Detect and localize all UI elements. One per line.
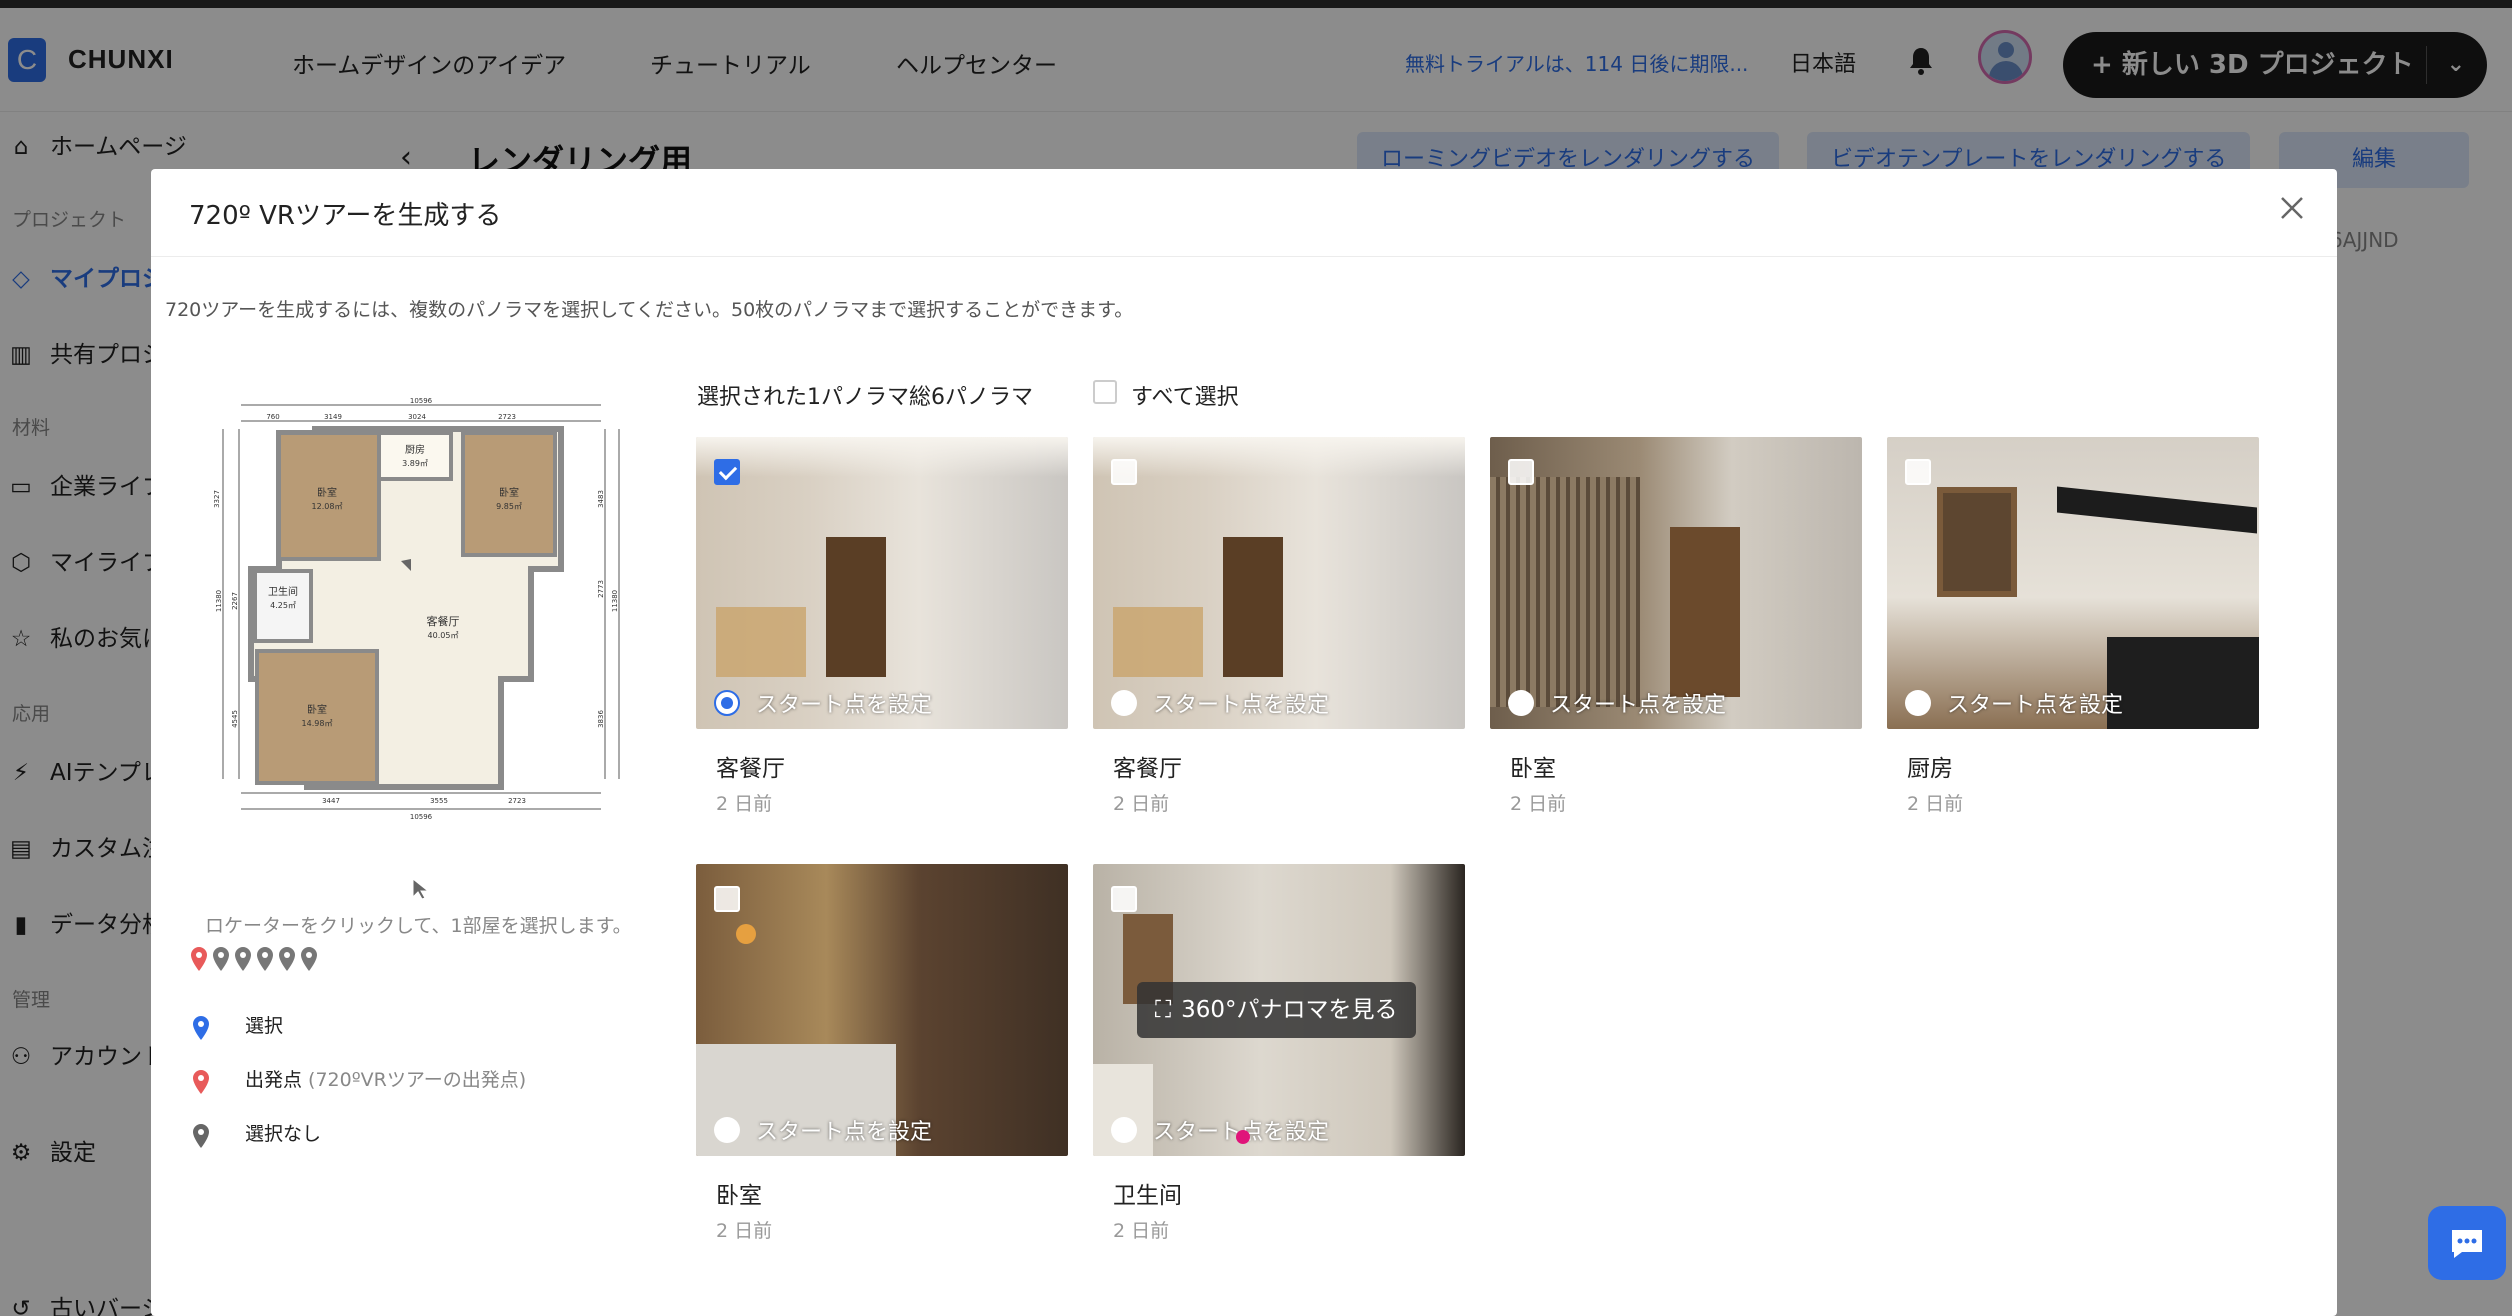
- panorama-checkbox[interactable]: [714, 459, 740, 485]
- panorama-name: 卧室: [716, 1183, 762, 1209]
- selection-count: 選択された1パノラマ総6パノラマ: [697, 385, 1033, 410]
- room-area: 14.98㎡: [302, 719, 333, 728]
- cursor-indicator: [1236, 1130, 1250, 1144]
- room-area: 4.25㎡: [270, 601, 296, 610]
- panorama-checkbox[interactable]: [714, 886, 740, 912]
- dim-label: 2723: [498, 413, 516, 421]
- mouse-pointer-icon: [412, 877, 430, 900]
- panorama-checkbox[interactable]: [1905, 459, 1931, 485]
- pin-gray-icon: [193, 1123, 209, 1148]
- start-point-radio[interactable]: スタート点を設定: [1111, 1114, 1329, 1146]
- room-label: 厨房: [405, 443, 425, 456]
- dim-label: 2723: [508, 797, 526, 805]
- panorama-name: 客餐厅: [716, 756, 785, 782]
- panorama-time: 2 日前: [716, 793, 773, 815]
- dim-label: 3555: [430, 797, 448, 805]
- panorama-checkbox[interactable]: [1111, 459, 1137, 485]
- chat-icon: [2452, 1230, 2482, 1258]
- panorama-name: 卫生间: [1113, 1183, 1182, 1209]
- locator-pin[interactable]: [301, 947, 317, 971]
- locator-pin[interactable]: [213, 947, 229, 971]
- start-point-radio[interactable]: スタート点を設定: [1111, 687, 1329, 719]
- room-label: 卧室: [317, 486, 337, 499]
- dim-label: 10596: [410, 813, 433, 821]
- legend-selected: 選択: [191, 1011, 283, 1040]
- dim-label: 4545: [231, 710, 239, 728]
- start-point-radio[interactable]: スタート点を設定: [714, 1114, 932, 1146]
- start-point-radio[interactable]: スタート点を設定: [1905, 687, 2123, 719]
- modal-title: 720º VRツアーを生成する: [189, 201, 502, 231]
- floor-plan[interactable]: 卧室 12.08㎡ 厨房 3.89㎡ 卧室 9.85㎡ 卫生间 4.25㎡ 客餐…: [211, 389, 631, 821]
- room-area: 40.05㎡: [428, 631, 459, 640]
- dim-label: 10596: [410, 397, 433, 405]
- legend-start-point: 出発点 (720ºVRツアーの出発点): [191, 1065, 526, 1094]
- dim-label: 3483: [597, 490, 605, 508]
- panorama-name: 客餐厅: [1113, 756, 1182, 782]
- dim-label: 3149: [324, 413, 342, 421]
- legend-unselected: 選択なし: [191, 1119, 321, 1148]
- locator-pin[interactable]: [279, 947, 295, 971]
- panorama-time: 2 日前: [716, 1220, 773, 1242]
- room-area: 3.89㎡: [402, 459, 428, 468]
- panorama-thumbnail[interactable]: [1490, 437, 1862, 729]
- vr-tour-modal: 720º VRツアーを生成する 720ツアーを生成するには、複数のパノラマを選択…: [151, 169, 2337, 1316]
- room-area: 9.85㎡: [496, 502, 522, 511]
- panorama-thumbnail[interactable]: [1887, 437, 2259, 729]
- dim-label: 11380: [215, 590, 223, 612]
- start-point-radio[interactable]: スタート点を設定: [714, 687, 932, 719]
- locator-pin[interactable]: [235, 947, 251, 971]
- locator-pin[interactable]: [257, 947, 273, 971]
- panorama-thumbnail[interactable]: [696, 437, 1068, 729]
- dim-label: 3836: [597, 710, 605, 728]
- start-point-radio[interactable]: スタート点を設定: [1508, 687, 1726, 719]
- panorama-time: 2 日前: [1113, 1220, 1170, 1242]
- dim-label: 3024: [408, 413, 426, 421]
- panorama-time: 2 日前: [1113, 793, 1170, 815]
- room-label: 卧室: [307, 703, 327, 716]
- panorama-icon: ⛶: [1155, 997, 1172, 1023]
- select-all-label[interactable]: すべて選択: [1131, 379, 1239, 411]
- panorama-time: 2 日前: [1907, 793, 1964, 815]
- instruction-text: 720ツアーを生成するには、複数のパノラマを選択してください。50枚のパノラマま…: [165, 299, 1134, 321]
- locator-hint: ロケーターをクリックして、1部屋を選択します。: [205, 915, 632, 937]
- pin-blue-icon: [193, 1015, 209, 1040]
- pin-red-icon: [193, 1069, 209, 1094]
- room-label: 客餐厅: [427, 614, 460, 628]
- panorama-name: 卧室: [1510, 756, 1556, 782]
- dim-label: 11380: [611, 590, 619, 612]
- dim-label: 3327: [213, 490, 221, 508]
- panorama-thumbnail[interactable]: [696, 864, 1068, 1156]
- panorama-checkbox[interactable]: [1111, 886, 1137, 912]
- room-label: 卫生间: [268, 585, 298, 598]
- panorama-time: 2 日前: [1510, 793, 1567, 815]
- locator-pin-start[interactable]: [191, 947, 207, 971]
- view-360-panorama-tooltip[interactable]: ⛶ 360°パナロマを見る: [1137, 982, 1416, 1038]
- chat-support-button[interactable]: [2428, 1206, 2506, 1280]
- dim-label: 760: [266, 413, 279, 421]
- close-icon[interactable]: [2277, 193, 2307, 223]
- room-label: 卧室: [499, 486, 519, 499]
- select-all-checkbox[interactable]: [1093, 380, 1117, 404]
- panorama-thumbnail[interactable]: [1093, 437, 1465, 729]
- modal-header: 720º VRツアーを生成する: [151, 169, 2337, 257]
- dim-label: 2773: [597, 580, 605, 598]
- panorama-checkbox[interactable]: [1508, 459, 1534, 485]
- room-area: 12.08㎡: [312, 502, 343, 511]
- panorama-name: 厨房: [1907, 756, 1953, 782]
- dim-label: 3447: [322, 797, 340, 805]
- dim-label: 2267: [231, 592, 239, 610]
- room-locator-pins[interactable]: [189, 945, 359, 973]
